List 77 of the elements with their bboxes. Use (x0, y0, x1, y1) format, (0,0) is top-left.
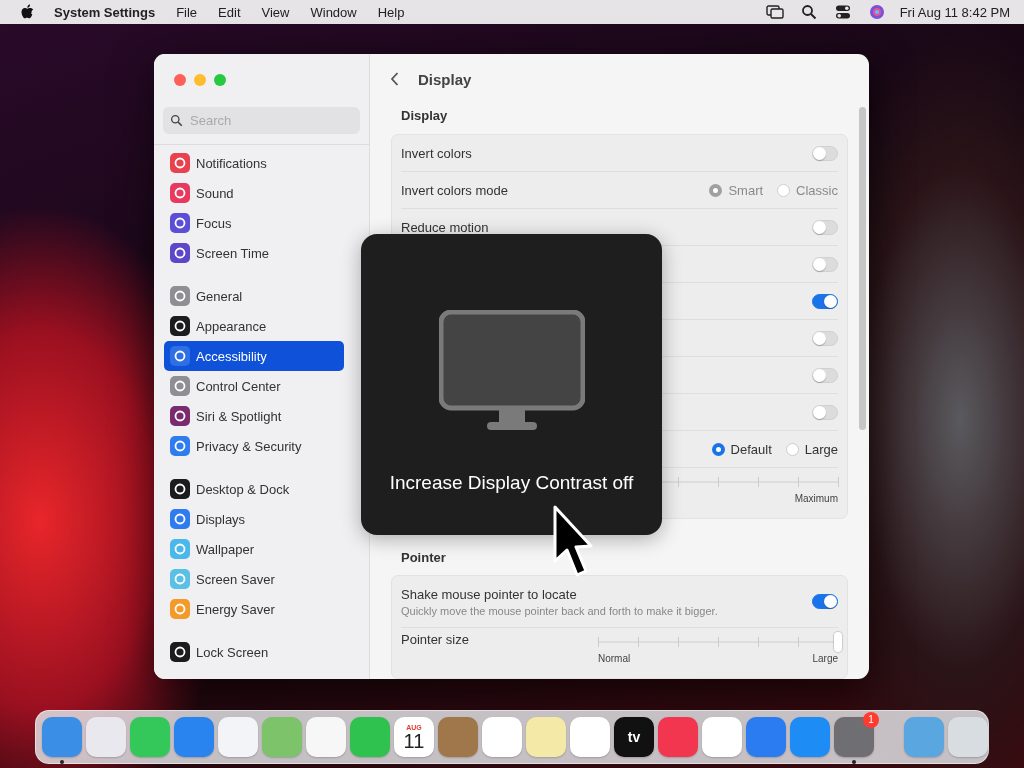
trash-icon[interactable] (948, 717, 988, 757)
app-icon[interactable] (570, 717, 610, 757)
sidebar-item[interactable]: Lock Screen (164, 637, 344, 667)
sidebar-item[interactable]: Wallpaper (164, 534, 344, 564)
radio-option[interactable]: Default (711, 441, 772, 457)
section-heading: Pointer (400, 549, 447, 567)
slider-thumb[interactable] (834, 632, 842, 652)
app-icon[interactable] (130, 717, 170, 757)
sidebar-item[interactable]: Control Center (164, 371, 344, 401)
slider-max-label: Maximum (794, 493, 838, 504)
app-icon[interactable]: tv (614, 717, 654, 757)
menu-item[interactable]: Help (377, 4, 405, 20)
apple-logo-icon[interactable] (20, 4, 34, 20)
back-icon[interactable] (390, 71, 400, 87)
slider-max-label: Large (812, 653, 838, 664)
sidebar-item[interactable]: Notifications (164, 148, 344, 178)
app-icon[interactable] (746, 717, 786, 757)
app-icon[interactable] (218, 717, 258, 757)
sidebar-item[interactable]: Sound (164, 178, 344, 208)
sidebar-item[interactable]: Screen Time (164, 238, 344, 268)
sidebar-item[interactable]: Focus (164, 208, 344, 238)
setting-label: Reduce motion (401, 219, 489, 235)
sidebar-item[interactable]: Desktop & Dock (164, 474, 344, 504)
search-icon (170, 114, 183, 127)
app-icon[interactable] (482, 717, 522, 757)
scrollbar[interactable] (859, 107, 866, 430)
control-center-icon[interactable] (833, 4, 852, 20)
radio-option[interactable]: Large (785, 441, 838, 457)
app-icon[interactable] (262, 717, 302, 757)
setting-label: Shake mouse pointer to locate (401, 586, 578, 602)
windows-icon[interactable] (765, 4, 784, 20)
calendar-day: 11 (403, 730, 425, 751)
menu-item[interactable]: Edit (218, 4, 241, 20)
sidebar-item[interactable]: Displays (164, 504, 344, 534)
app-icon[interactable] (790, 717, 830, 757)
app-icon[interactable] (438, 717, 478, 757)
search-icon[interactable] (799, 4, 818, 20)
app-icon[interactable] (834, 717, 874, 757)
clock[interactable]: Fri Aug 11 8:42 PM (899, 4, 1010, 20)
sidebar-item[interactable]: Energy Saver (164, 594, 344, 624)
setting-label: Invert colors (401, 145, 472, 161)
sidebar-item[interactable]: Appearance (164, 311, 344, 341)
app-icon[interactable] (350, 717, 390, 757)
app-icon[interactable] (174, 717, 214, 757)
menu-item[interactable]: Window (310, 4, 357, 20)
menu-item[interactable]: File (176, 4, 198, 20)
sidebar-item[interactable]: General (164, 281, 344, 311)
app-icon[interactable] (526, 717, 566, 757)
app-icon[interactable] (702, 717, 742, 757)
siri-icon[interactable] (867, 4, 886, 20)
sidebar-item[interactable]: Accessibility (164, 341, 344, 371)
app-icon[interactable] (658, 717, 698, 757)
setting-description: Quickly move the mouse pointer back and forth to make it bigger. (401, 604, 718, 617)
notification-badge: 1 (863, 712, 879, 728)
sidebar-item[interactable]: Screen Saver (164, 564, 344, 594)
app-menu[interactable]: System Settings (54, 4, 156, 20)
menu-item[interactable]: View (261, 4, 290, 20)
slider-min-label: Normal (598, 653, 631, 664)
tv-label: tv (627, 729, 641, 745)
section-heading: Display (400, 107, 449, 125)
hud-message: Increase Display Contrast off (389, 472, 634, 494)
toggle-switch[interactable] (812, 293, 838, 309)
search-field[interactable]: Search (163, 107, 360, 134)
app-icon[interactable] (42, 717, 82, 757)
minimize-button[interactable] (194, 74, 206, 86)
setting-label: Pointer size (401, 632, 469, 647)
toggle-switch[interactable] (812, 594, 838, 609)
sidebar-item[interactable]: Privacy & Security (164, 431, 344, 461)
close-button[interactable] (174, 74, 186, 86)
folder-icon[interactable] (904, 717, 944, 757)
app-icon[interactable] (86, 717, 126, 757)
setting-label: Invert colors mode (401, 182, 508, 198)
app-icon[interactable] (306, 717, 346, 757)
pane-title: Display (418, 70, 472, 88)
zoom-button[interactable] (214, 74, 226, 86)
monitor-icon (438, 310, 585, 432)
sidebar-item[interactable]: Siri & Spotlight (164, 401, 344, 431)
